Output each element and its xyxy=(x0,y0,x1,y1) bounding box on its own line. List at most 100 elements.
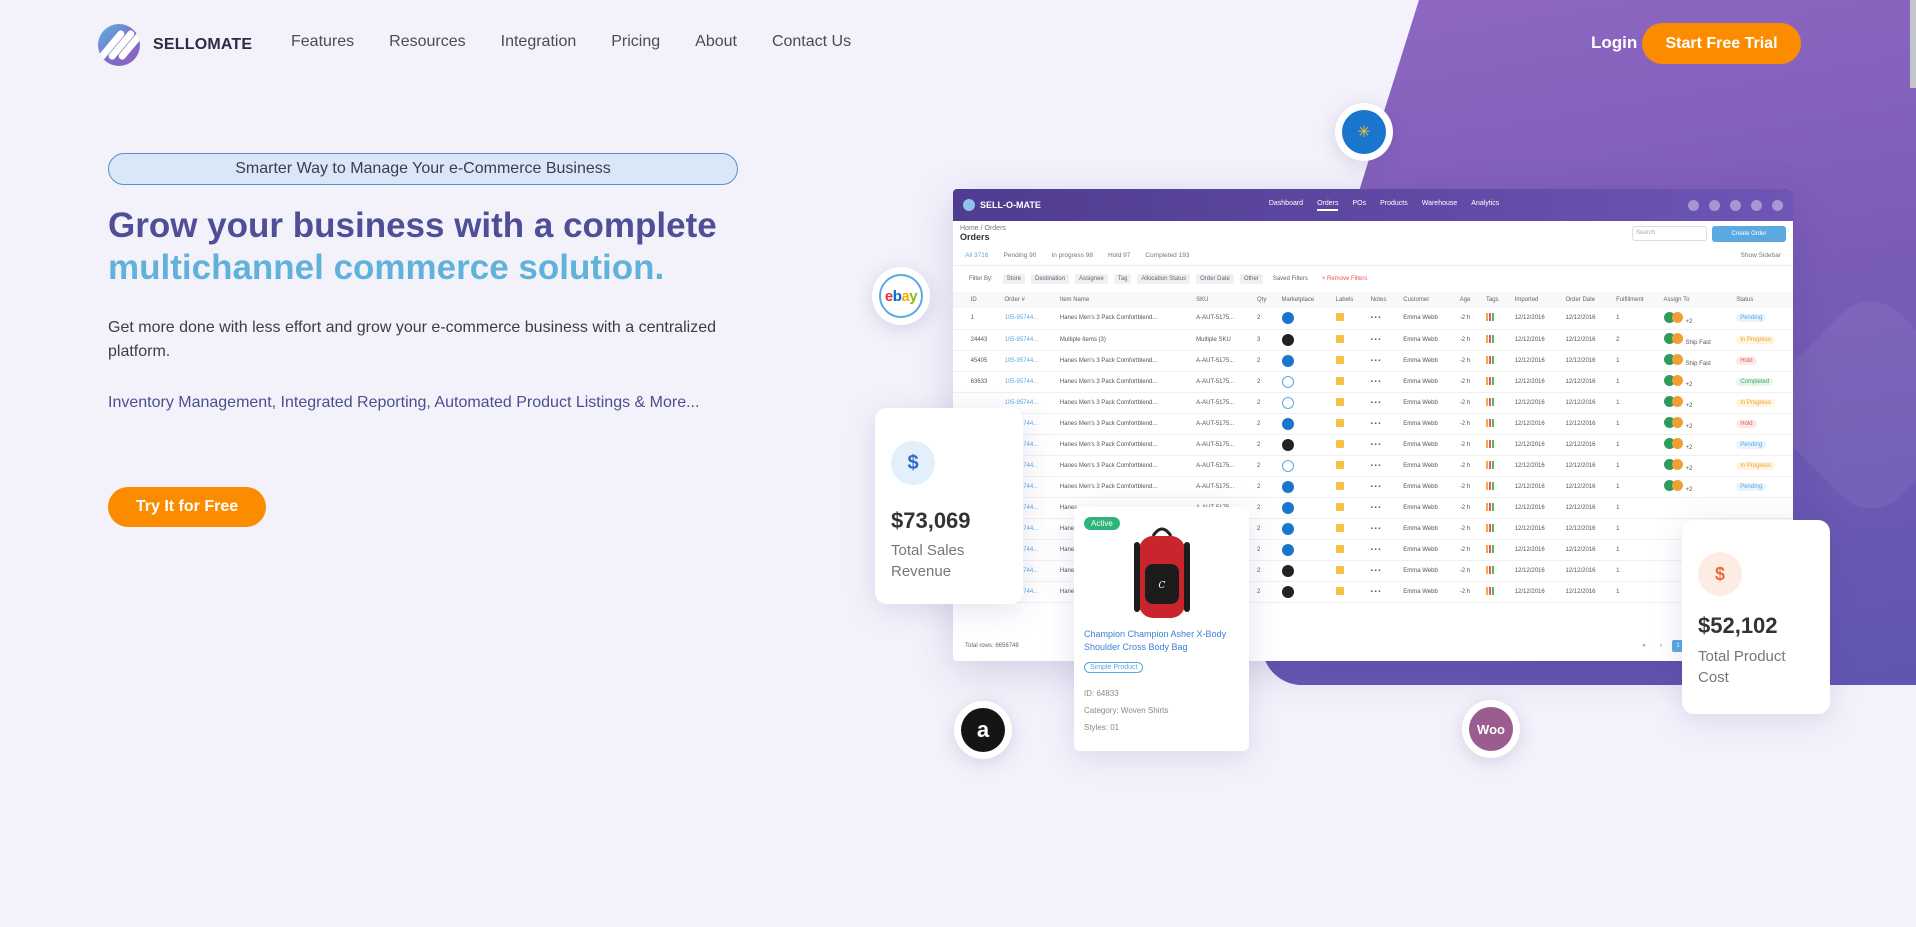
dash-tab-orders: Orders xyxy=(1317,200,1339,211)
cell-notes: ▪ ▪ ▪ xyxy=(1365,581,1399,603)
ebay-icon xyxy=(1281,459,1294,472)
cell-notes: ▪ ▪ ▪ xyxy=(1365,434,1399,456)
cell-mp xyxy=(1276,539,1331,561)
assignee-text: +2 xyxy=(1685,466,1693,472)
cell-imported: 12/12/2016 xyxy=(1509,560,1561,582)
filter-label: Filter By: xyxy=(969,276,993,282)
total-rows: Total rows: 6656748 xyxy=(965,643,1019,649)
cell-imported: 12/12/2016 xyxy=(1509,413,1561,435)
cell-age: -2 h xyxy=(1454,308,1481,330)
cell-qty: 3 xyxy=(1252,329,1277,351)
filter-allocation: Allocation Status xyxy=(1137,274,1191,284)
tag-bars-icon xyxy=(1485,439,1495,450)
show-sidebar-toggle: Show Sidebar xyxy=(1740,252,1781,259)
cell-ful: 1 xyxy=(1611,539,1659,561)
cell-labels xyxy=(1330,329,1366,351)
column-header: Labels xyxy=(1330,292,1366,308)
cell-order: 105-95744... xyxy=(999,350,1055,372)
nav-pricing[interactable]: Pricing xyxy=(611,33,660,51)
table-row: 105-95744...Hanes Men's 3 Pack Comfortbl… xyxy=(953,413,1793,435)
nav-integration[interactable]: Integration xyxy=(501,33,577,51)
cell-imported: 12/12/2016 xyxy=(1509,434,1561,456)
amazon-icon xyxy=(1281,564,1294,577)
nav-resources[interactable]: Resources xyxy=(389,33,465,51)
label-icon xyxy=(1335,565,1344,574)
nav-about[interactable]: About xyxy=(695,33,737,51)
cell-age: -2 h xyxy=(1454,350,1481,372)
walmart-bubble: ✳ xyxy=(1335,103,1393,161)
label-icon xyxy=(1335,418,1344,427)
cell-item: Multiple Items (3) xyxy=(1054,329,1192,351)
nav-features[interactable]: Features xyxy=(291,33,354,51)
cell-status: In Progress xyxy=(1731,329,1793,351)
cell-date: 12/12/2016 xyxy=(1560,518,1612,540)
cell-labels xyxy=(1330,371,1366,393)
column-header: SKU xyxy=(1191,292,1252,308)
label-icon xyxy=(1335,376,1344,385)
cell-imported: 12/12/2016 xyxy=(1509,539,1561,561)
status-badge: In Progress xyxy=(1736,335,1775,344)
ebay-b: b xyxy=(892,287,902,305)
cell-qty: 2 xyxy=(1252,497,1277,519)
woocommerce-icon: Woo xyxy=(1469,707,1513,751)
table-row: 105-95744...Hanes Men's 3 Pack Comfortbl… xyxy=(953,434,1793,456)
cell-sku: A-AUT-5175... xyxy=(1191,434,1252,456)
filter-order-date: Order Date xyxy=(1196,274,1234,284)
cell-imported: 12/12/2016 xyxy=(1509,329,1561,351)
headline-line-2: multichannel commerce solution. xyxy=(108,248,665,287)
cell-notes: ▪ ▪ ▪ xyxy=(1365,518,1399,540)
tag-bars-icon xyxy=(1485,502,1495,513)
cell-select xyxy=(953,350,966,372)
column-header: Fulfillment xyxy=(1611,292,1659,308)
column-header: Marketplace xyxy=(1276,292,1331,308)
try-free-button[interactable]: Try It for Free xyxy=(108,487,266,527)
table-row: 105-95744...Hanes Men's 3 Pack Comfortbl… xyxy=(953,392,1793,414)
walmart-icon: ✳ xyxy=(1342,110,1386,154)
table-row: 105-95744...Hanes Men's 3 Pack Comfortbl… xyxy=(953,455,1793,477)
cell-imported: 12/12/2016 xyxy=(1509,308,1561,330)
create-order-button: Create Order xyxy=(1712,225,1786,242)
column-header: Notes xyxy=(1365,292,1399,308)
cell-status: Pending xyxy=(1731,476,1793,498)
amazon-icon: a xyxy=(961,708,1005,752)
label-icon xyxy=(1335,334,1344,343)
cell-qty: 2 xyxy=(1252,392,1277,414)
cell-item: Hanes Men's 3 Pack Comfortblend... xyxy=(1054,371,1192,393)
login-link[interactable]: Login xyxy=(1591,33,1637,53)
walmart-icon xyxy=(1281,312,1294,325)
saved-filters: Saved Filters xyxy=(1272,276,1308,282)
cell-status xyxy=(1731,497,1793,519)
nav-contact[interactable]: Contact Us xyxy=(772,33,851,51)
cell-labels xyxy=(1330,413,1366,435)
cell-customer: Emma Webb xyxy=(1398,518,1455,540)
brand-logo[interactable]: SELLOMATE xyxy=(98,24,252,66)
cell-labels xyxy=(1330,476,1366,498)
cell-ful: 1 xyxy=(1611,308,1659,330)
cell-age: -2 h xyxy=(1454,413,1481,435)
dashboard-search: Search xyxy=(1632,226,1707,241)
headline-line-1: Grow your business with a complete xyxy=(108,206,717,245)
cell-mp xyxy=(1276,455,1331,477)
cell-age: -2 h xyxy=(1454,581,1481,603)
assignee-text: +2 xyxy=(1685,403,1693,409)
status-badge: Pending xyxy=(1736,314,1767,323)
column-header: Customer xyxy=(1398,292,1455,308)
table-row: 105-95744...Hanes Men's 3 Pack Comfortbl… xyxy=(953,476,1793,498)
remove-filters: × Remove Filters xyxy=(1321,276,1368,282)
status-tab-completed: Completed 193 xyxy=(1145,252,1190,259)
cell-order: 105-95744... xyxy=(999,329,1055,351)
cell-date: 12/12/2016 xyxy=(1560,350,1612,372)
assignee-avatars xyxy=(1663,375,1683,388)
cell-tags xyxy=(1480,581,1510,603)
cell-customer: Emma Webb xyxy=(1398,308,1455,330)
label-icon xyxy=(1335,481,1344,490)
start-free-trial-button[interactable]: Start Free Trial xyxy=(1642,23,1801,64)
page-scrollbar[interactable] xyxy=(1910,0,1916,88)
cell-sku: A-AUT-5175... xyxy=(1191,413,1252,435)
status-badge: In Progress xyxy=(1736,461,1775,470)
cell-mp xyxy=(1276,581,1331,603)
tag-bars-icon xyxy=(1485,376,1495,387)
ebay-icon xyxy=(1281,396,1294,409)
cell-customer: Emma Webb xyxy=(1398,581,1455,603)
cost-amount: $52,102 xyxy=(1698,613,1778,638)
